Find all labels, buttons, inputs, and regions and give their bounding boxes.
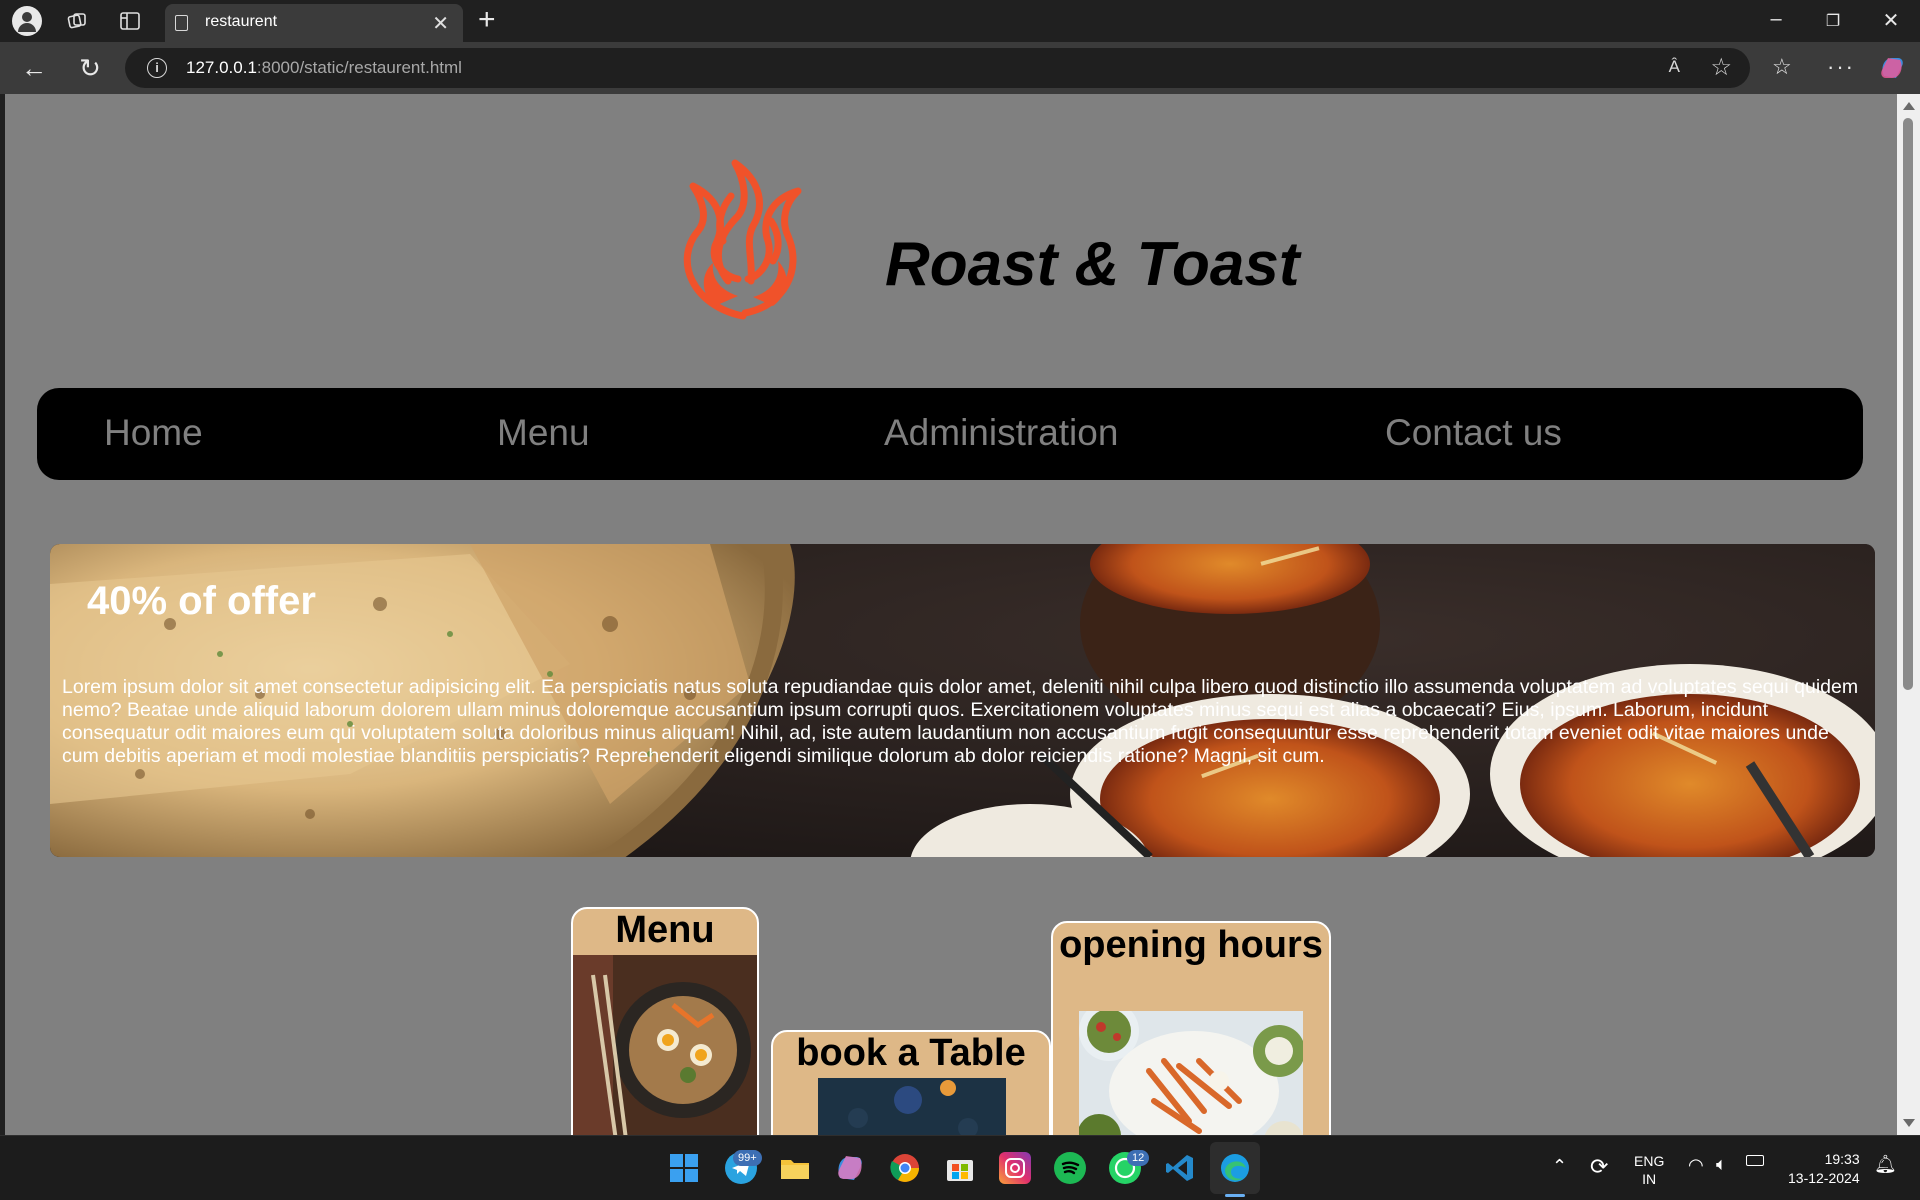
restore-button[interactable]: ❐ [1813, 11, 1853, 31]
tab-title: restaurent [205, 13, 278, 30]
minimize-button[interactable]: – [1756, 8, 1796, 31]
noodle-bowl-image [573, 955, 757, 1135]
browser-title-bar: restaurent ✕ + – ❐ ✕ [0, 0, 1920, 42]
offer-heading: 40% of offer [87, 579, 316, 623]
more-options-icon[interactable]: ··· [1827, 54, 1855, 80]
favorite-star-icon[interactable]: ☆ [1710, 53, 1732, 82]
menu-card[interactable]: Menu [571, 907, 759, 1135]
wifi-icon[interactable]: ◠ [1688, 1155, 1704, 1176]
browser-toolbar: ← ↻ i 127.0.0.1:8000/static/restaurent.h… [0, 42, 1920, 94]
language-indicator[interactable]: ENG IN [1634, 1152, 1664, 1188]
page-icon [175, 15, 188, 31]
nav-administration-link[interactable]: Administration [884, 412, 1118, 454]
copilot-taskbar-icon[interactable] [834, 1152, 866, 1184]
offer-description: Lorem ipsum dolor sit amet consectetur a… [62, 676, 1859, 767]
opening-hours-card-title: opening hours [1059, 924, 1323, 966]
salad-platter-image [1079, 1011, 1303, 1135]
site-info-icon[interactable]: i [147, 58, 167, 78]
volume-icon[interactable]: 🔈︎ [1716, 1154, 1727, 1175]
close-tab-icon[interactable]: ✕ [432, 11, 449, 36]
sync-icon[interactable]: ⟳ [1590, 1154, 1608, 1180]
vertical-tabs-icon[interactable] [119, 10, 141, 32]
whatsapp-badge: 12 [1127, 1150, 1150, 1166]
battery-icon[interactable] [1746, 1155, 1764, 1166]
main-navigation: Home Menu Administration Contact us [37, 388, 1863, 480]
favorites-icon[interactable]: ☆ [1772, 54, 1792, 80]
flame-logo-icon [683, 159, 802, 320]
nav-menu-link[interactable]: Menu [497, 412, 590, 454]
nav-home-link[interactable]: Home [104, 412, 203, 454]
copilot-icon[interactable] [1878, 54, 1906, 82]
browser-tab[interactable]: restaurent ✕ [165, 4, 463, 42]
telegram-badge: 99+ [733, 1150, 762, 1166]
close-window-button[interactable]: ✕ [1871, 8, 1911, 33]
nav-contact-us-link[interactable]: Contact us [1385, 412, 1562, 454]
new-tab-button[interactable]: + [478, 3, 496, 37]
edge-icon[interactable] [1219, 1152, 1251, 1184]
file-explorer-icon[interactable] [779, 1152, 811, 1184]
opening-hours-card[interactable]: opening hours [1051, 921, 1331, 1135]
table-setting-image [818, 1078, 1006, 1135]
notification-bell-icon[interactable]: 🔔︎ [1874, 1154, 1897, 1175]
start-menu-icon[interactable] [668, 1152, 700, 1184]
page-scrollbar[interactable] [1897, 94, 1920, 1135]
read-aloud-icon[interactable]: Â [1669, 57, 1680, 77]
book-a-table-card-title: book a Table [796, 1032, 1026, 1074]
chrome-icon[interactable] [889, 1152, 921, 1184]
scroll-down-arrow-icon[interactable] [1903, 1119, 1915, 1127]
vscode-icon[interactable] [1164, 1152, 1196, 1184]
show-hidden-icons-chevron-icon[interactable]: ⌃ [1552, 1156, 1567, 1177]
workspaces-icon[interactable] [66, 10, 88, 32]
url-text[interactable]: 127.0.0.1:8000/static/restaurent.html [186, 58, 462, 78]
instagram-icon[interactable] [999, 1152, 1031, 1184]
scroll-up-arrow-icon[interactable] [1903, 102, 1915, 110]
refresh-icon[interactable]: ↻ [76, 54, 104, 82]
back-arrow-icon[interactable]: ← [20, 54, 48, 82]
windows-taskbar: 99+ 12 ⌃ ⟳ ENG IN ◠ 🔈︎ 19:33 13-12-2024 … [0, 1135, 1920, 1200]
menu-card-title: Menu [615, 909, 715, 951]
offer-banner: 40% of offer Lorem ipsum dolor sit amet … [50, 544, 1875, 857]
scrollbar-thumb[interactable] [1903, 118, 1913, 690]
page-viewport: Roast & Toast Home Menu Administration C… [5, 94, 1897, 1135]
microsoft-store-icon[interactable] [944, 1152, 976, 1184]
clock[interactable]: 19:33 13-12-2024 [1788, 1150, 1860, 1188]
address-bar[interactable]: i 127.0.0.1:8000/static/restaurent.html … [125, 48, 1750, 88]
profile-icon[interactable] [12, 6, 42, 36]
spotify-icon[interactable] [1054, 1152, 1086, 1184]
site-title: Roast & Toast [885, 230, 1300, 299]
book-a-table-card[interactable]: book a Table [771, 1030, 1051, 1135]
